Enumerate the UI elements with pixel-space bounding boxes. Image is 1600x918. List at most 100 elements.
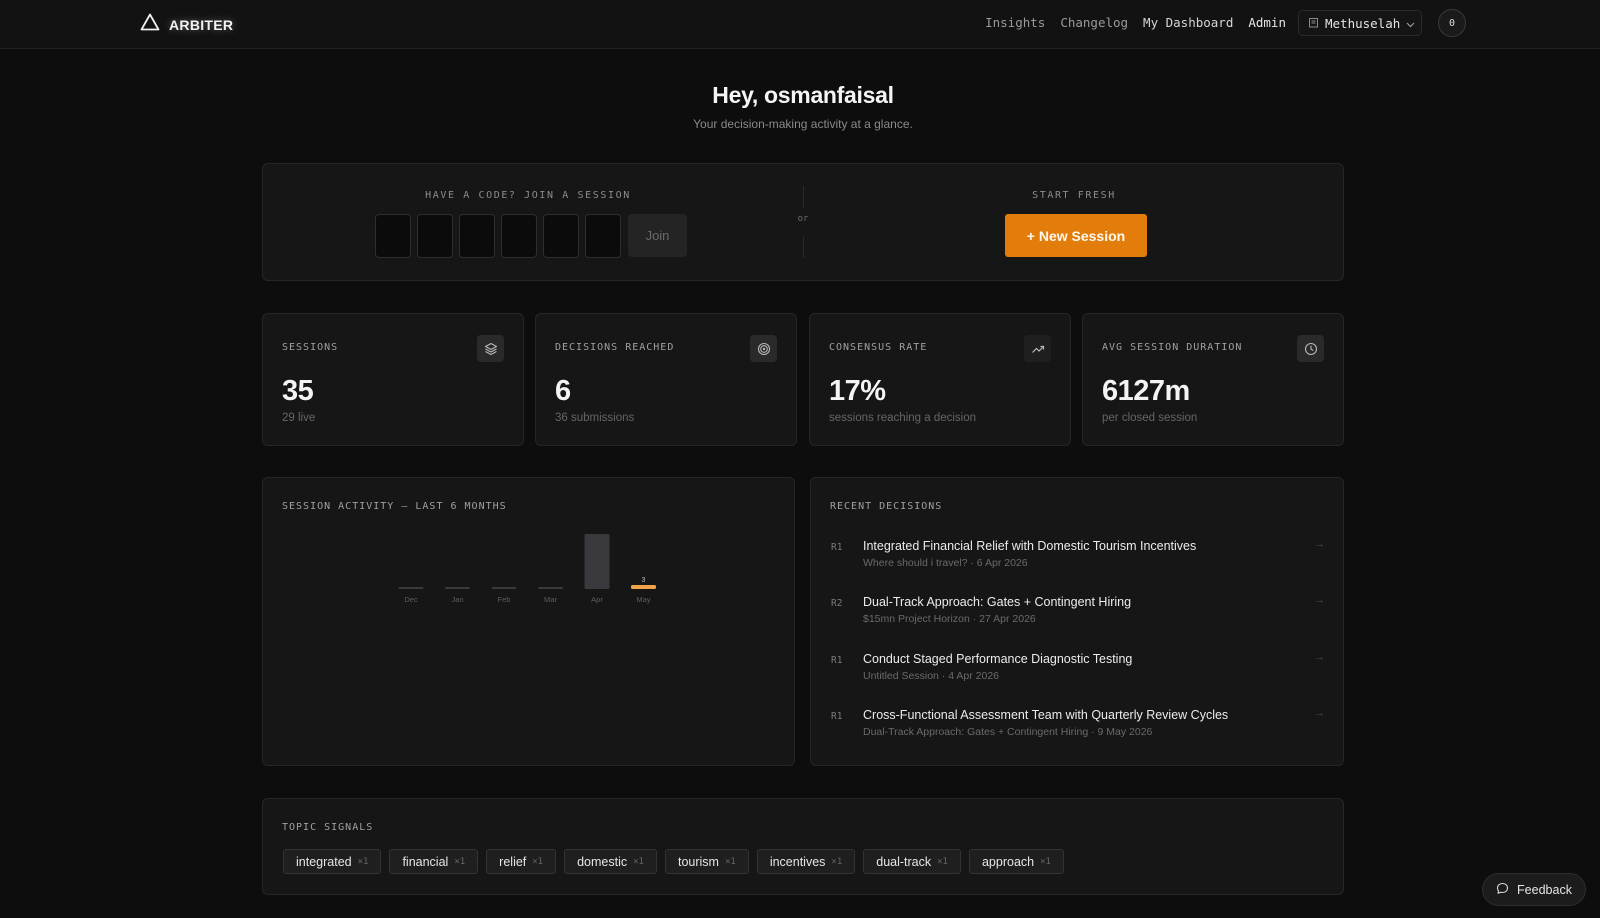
top-nav: ARBITER Insights Changelog My Dashboard … xyxy=(0,0,1600,49)
topic-count: ×1 xyxy=(1040,856,1051,867)
round-badge: R1 xyxy=(831,655,843,666)
topic-name: financial xyxy=(402,854,449,869)
stat-subtext: 36 submissions xyxy=(555,412,635,424)
topic-chip[interactable]: dual-track ×1 xyxy=(863,849,961,874)
session-start-card: HAVE A CODE? JOIN A SESSION Join or STAR… xyxy=(262,163,1344,281)
topic-chip[interactable]: integrated ×1 xyxy=(283,849,382,874)
decision-meta: Where should i travel? · 6 Apr 2026 xyxy=(863,557,1028,569)
decision-meta: Untitled Session · 4 Apr 2026 xyxy=(863,670,999,682)
topic-chip-list: integrated ×1 financial ×1 relief ×1 domest… xyxy=(283,849,1064,874)
trend-up-icon xyxy=(1024,335,1051,362)
topic-name: integrated xyxy=(296,854,352,869)
topic-name: relief xyxy=(499,854,527,869)
stat-subtext: sessions reaching a decision xyxy=(829,412,977,424)
stat-card-decisions: DECISIONS REACHED 6 36 submissions xyxy=(535,313,797,446)
decision-meta: $15mn Project Horizon · 27 Apr 2026 xyxy=(863,613,1036,625)
brand-name: ARBITER xyxy=(169,16,234,33)
code-digit-input[interactable] xyxy=(585,214,621,258)
round-badge: R1 xyxy=(831,542,843,553)
chart-bar-apr xyxy=(584,534,610,589)
chart-bar-jan xyxy=(445,587,470,589)
chevron-down-icon xyxy=(1406,16,1415,31)
arrow-right-icon: → xyxy=(1314,594,1325,606)
new-session-button[interactable]: + New Session xyxy=(1005,214,1147,257)
code-digit-input[interactable] xyxy=(459,214,495,258)
stat-value: 35 xyxy=(282,375,314,407)
session-activity-chart: Dec Jan Feb Mar Apr May 3 xyxy=(398,534,656,604)
nav-links: Insights Changelog My Dashboard Admin xyxy=(985,15,1286,30)
nav-link-changelog[interactable]: Changelog xyxy=(1060,15,1128,30)
decision-title: Integrated Financial Relief with Domesti… xyxy=(863,539,1197,553)
decision-item[interactable]: R1 Integrated Financial Relief with Dome… xyxy=(831,538,1325,578)
brand-logo[interactable]: ARBITER xyxy=(140,13,233,36)
arrow-right-icon: → xyxy=(1314,651,1325,663)
topic-count: ×1 xyxy=(724,856,736,867)
chart-bar-mar xyxy=(538,587,563,589)
topic-chip[interactable]: domestic ×1 xyxy=(564,849,657,874)
decision-title: Dual-Track Approach: Gates + Contingent … xyxy=(863,595,1132,609)
topic-name: dual-track xyxy=(876,854,932,869)
stat-label: SESSIONS xyxy=(282,342,339,353)
triangle-logo-icon xyxy=(140,13,160,36)
topic-signals-label: TOPIC SIGNALS xyxy=(282,822,374,833)
decision-item[interactable]: R1 Conduct Staged Performance Diagnostic… xyxy=(831,651,1325,691)
stat-subtext: per closed session xyxy=(1102,412,1198,424)
recent-decisions-card: RECENT DECISIONS R1 Integrated Financial… xyxy=(810,477,1344,766)
topic-chip[interactable]: relief ×1 xyxy=(486,849,557,874)
feedback-button[interactable]: Feedback xyxy=(1482,873,1586,906)
topic-chip[interactable]: tourism ×1 xyxy=(664,849,749,874)
topic-name: tourism xyxy=(677,854,719,869)
org-name: Methuselah xyxy=(1325,15,1401,31)
chart-tick-label: Jan xyxy=(451,595,463,604)
topic-count: ×1 xyxy=(831,856,843,867)
arrow-right-icon: → xyxy=(1314,707,1325,719)
topic-signals-card: TOPIC SIGNALS integrated ×1 financial ×1 r… xyxy=(262,798,1344,895)
page-subtitle: Your decision-making activity at a glanc… xyxy=(693,117,913,131)
stat-value: 6 xyxy=(555,375,571,407)
chart-data-label: 3 xyxy=(642,577,646,584)
target-icon xyxy=(750,335,777,362)
topic-count: ×1 xyxy=(454,856,466,867)
code-digit-input[interactable] xyxy=(375,214,411,258)
layers-icon xyxy=(477,335,504,362)
code-digit-input[interactable] xyxy=(417,214,453,258)
session-activity-card: SESSION ACTIVITY — LAST 6 MONTHS Dec Jan F… xyxy=(262,477,795,766)
topic-name: approach xyxy=(981,854,1035,869)
nav-link-insights[interactable]: Insights xyxy=(985,15,1045,30)
topic-count: ×1 xyxy=(633,856,644,867)
feedback-label: Feedback xyxy=(1517,882,1572,897)
chart-bar-may xyxy=(631,585,656,589)
chart-tick-label: Mar xyxy=(544,595,557,604)
chart-tick-label: Feb xyxy=(498,595,511,604)
notification-count-button[interactable]: 0 xyxy=(1438,9,1466,37)
or-separator: or xyxy=(797,214,809,224)
code-digit-input[interactable] xyxy=(543,214,579,258)
decision-meta: Dual-Track Approach: Gates + Contingent … xyxy=(863,726,1153,738)
decision-title: Conduct Staged Performance Diagnostic Te… xyxy=(863,652,1133,666)
start-fresh-label: START FRESH xyxy=(1032,190,1116,201)
topic-chip[interactable]: financial ×1 xyxy=(389,849,479,874)
chart-tick-label: May xyxy=(636,595,650,604)
stat-card-sessions: SESSIONS 35 29 live xyxy=(262,313,524,446)
org-selector[interactable]: Methuselah xyxy=(1298,10,1422,36)
join-button[interactable]: Join xyxy=(628,214,687,257)
recent-decisions-label: RECENT DECISIONS xyxy=(830,501,943,512)
stat-label: AVG SESSION DURATION xyxy=(1102,342,1243,353)
topic-count: ×1 xyxy=(357,856,369,867)
decision-item[interactable]: R2 Dual-Track Approach: Gates + Continge… xyxy=(831,594,1325,634)
session-code-input xyxy=(375,214,621,258)
topic-chip[interactable]: incentives ×1 xyxy=(756,849,856,874)
divider xyxy=(803,236,804,258)
nav-link-admin[interactable]: Admin xyxy=(1248,15,1286,30)
topic-count: ×1 xyxy=(532,856,544,867)
chat-bubble-icon xyxy=(1496,882,1509,898)
stat-label: DECISIONS REACHED xyxy=(555,342,675,353)
topic-chip[interactable]: approach ×1 xyxy=(968,849,1064,874)
chart-bar-dec xyxy=(398,587,424,589)
code-digit-input[interactable] xyxy=(501,214,537,258)
decision-item[interactable]: R1 Cross-Functional Assessment Team with… xyxy=(831,707,1325,747)
stat-value: 6127m xyxy=(1102,375,1190,407)
nav-link-my-dashboard[interactable]: My Dashboard xyxy=(1143,15,1233,30)
clock-icon xyxy=(1297,335,1324,362)
stat-card-consensus: CONSENSUS RATE 17% sessions reaching a d… xyxy=(809,313,1071,446)
